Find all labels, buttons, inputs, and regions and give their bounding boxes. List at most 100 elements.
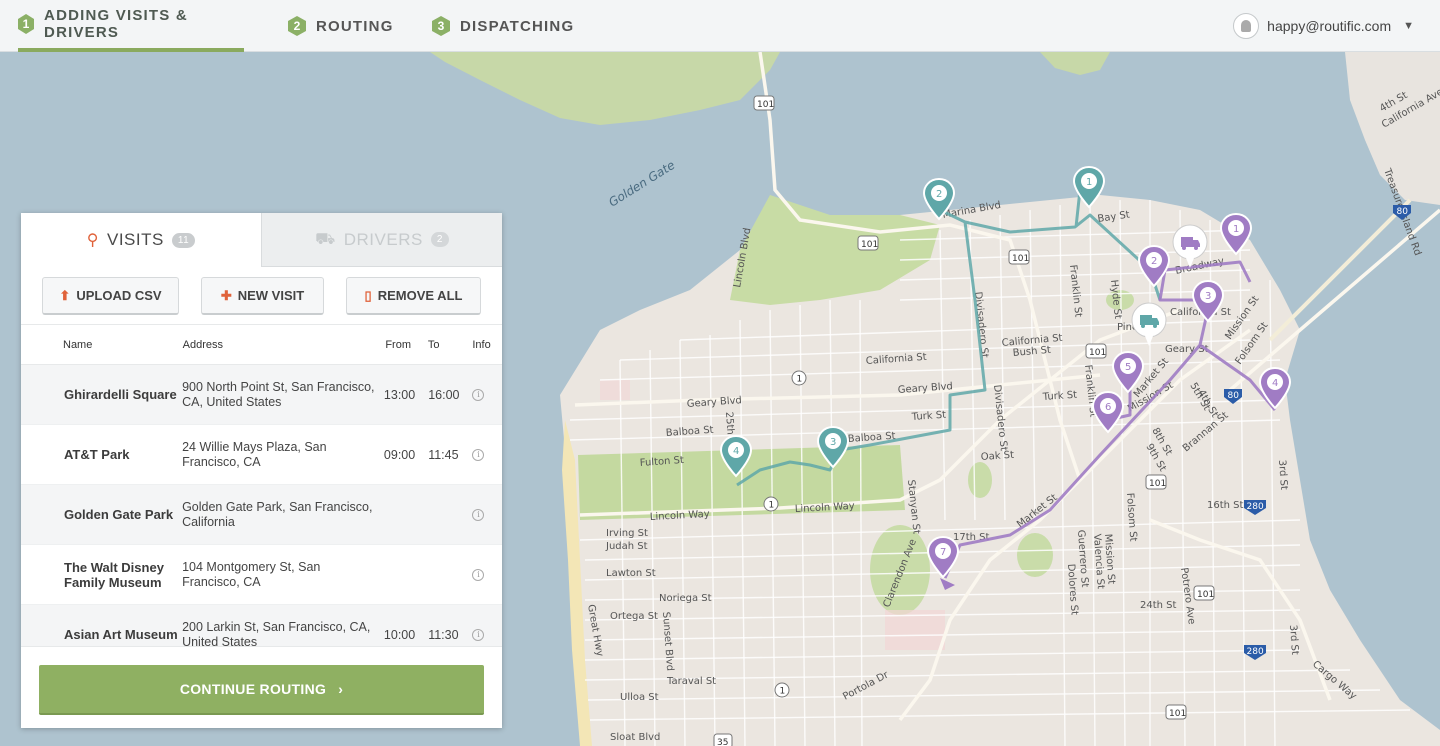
- button-label: UPLOAD CSV: [76, 288, 162, 303]
- svg-text:101: 101: [1169, 709, 1186, 719]
- visit-name: AT&T Park: [64, 447, 130, 462]
- svg-text:Ortega St: Ortega St: [610, 611, 658, 622]
- tab-visits[interactable]: ⚲ VISITS 11: [21, 213, 261, 267]
- svg-text:1: 1: [1233, 224, 1239, 235]
- visit-address: 104 Montgomery St, San Francisco, CA: [182, 559, 321, 589]
- info-icon[interactable]: i: [472, 568, 485, 581]
- svg-text:35: 35: [717, 738, 728, 746]
- info-icon[interactable]: i: [472, 388, 485, 401]
- svg-text:2: 2: [1151, 256, 1157, 267]
- upload-icon: ⬆: [59, 287, 71, 303]
- svg-text:101: 101: [1089, 348, 1106, 358]
- button-label: REMOVE ALL: [377, 288, 463, 303]
- svg-text:16th St: 16th St: [1207, 500, 1244, 511]
- svg-text:Oak St: Oak St: [980, 450, 1014, 463]
- svg-text:Ulloa St: Ulloa St: [620, 692, 659, 703]
- svg-text:101: 101: [861, 240, 878, 250]
- user-icon: [1241, 20, 1252, 32]
- table-row[interactable]: AT&T Park 24 Willie Mays Plaza, San Fran…: [21, 425, 502, 485]
- button-label: CONTINUE ROUTING: [179, 681, 327, 697]
- table-row[interactable]: The Walt Disney Family Museum 104 Montgo…: [21, 545, 502, 605]
- svg-text:24th St: 24th St: [1140, 600, 1177, 611]
- svg-text:101: 101: [757, 100, 774, 110]
- visit-name: Golden Gate Park: [64, 507, 174, 522]
- visit-from: 09:00: [383, 447, 416, 462]
- visit-name: Ghirardelli Square: [64, 387, 177, 402]
- truck-icon: ⛟: [315, 230, 336, 248]
- visits-panel: ⚲ VISITS 11 ⛟ DRIVERS 2 ⬆ UPLOAD CSV ✚ N…: [21, 213, 502, 728]
- button-label: NEW VISIT: [237, 288, 305, 303]
- tab-label: VISITS: [106, 230, 164, 249]
- info-icon[interactable]: i: [472, 448, 485, 461]
- step-adding-visits[interactable]: 1 ADDING VISITS & DRIVERS: [18, 0, 244, 52]
- visit-address: 900 North Point St, San Francisco, CA, U…: [182, 379, 375, 409]
- tab-drivers[interactable]: ⛟ DRIVERS 2: [261, 213, 502, 267]
- svg-text:Irving St: Irving St: [606, 528, 648, 539]
- info-icon[interactable]: i: [472, 508, 485, 521]
- top-nav: 1 ADDING VISITS & DRIVERS 2 ROUTING 3 DI…: [0, 0, 1440, 52]
- svg-text:2: 2: [936, 189, 942, 200]
- panel-footer: CONTINUE ROUTING ›: [21, 646, 502, 728]
- continue-routing-button[interactable]: CONTINUE ROUTING ›: [39, 665, 484, 715]
- svg-text:4: 4: [1272, 378, 1278, 389]
- count-badge: 11: [171, 232, 196, 248]
- svg-text:80: 80: [1397, 207, 1409, 217]
- visit-to: 16:00: [428, 387, 460, 402]
- add-pin-icon: ✚: [220, 287, 232, 303]
- table-header: Name Address From To Info: [21, 325, 502, 365]
- step-label: DISPATCHING: [460, 17, 575, 35]
- svg-text:1: 1: [769, 501, 775, 511]
- table-row[interactable]: Golden Gate Park Golden Gate Park, San F…: [21, 485, 502, 545]
- step-number-3: 3: [432, 16, 450, 36]
- account-menu[interactable]: happy@routific.com ▼: [1233, 13, 1414, 39]
- visit-address: 24 Willie Mays Plaza, San Francisco, CA: [182, 439, 327, 469]
- svg-text:Lawton St: Lawton St: [606, 568, 656, 579]
- visit-name: Asian Art Museum: [64, 627, 178, 642]
- svg-text:280: 280: [1247, 647, 1264, 657]
- new-visit-button[interactable]: ✚ NEW VISIT: [201, 277, 324, 315]
- visit-to: 11:45: [428, 447, 459, 462]
- step-number-1: 1: [18, 14, 35, 34]
- step-label: ADDING VISITS & DRIVERS: [44, 7, 188, 41]
- visit-to: 11:30: [428, 627, 459, 642]
- trash-icon: ▯: [364, 287, 372, 303]
- info-icon[interactable]: i: [472, 628, 485, 641]
- table-row[interactable]: Asian Art Museum 200 Larkin St, San Fran…: [21, 605, 502, 647]
- chevron-down-icon: ▼: [1403, 20, 1414, 32]
- visit-from: 10:00: [383, 627, 416, 642]
- step-dispatching[interactable]: 3 DISPATCHING: [432, 0, 574, 52]
- visit-address: 200 Larkin St, San Francisco, CA, United…: [182, 619, 371, 648]
- avatar: [1233, 13, 1260, 39]
- svg-text:280: 280: [1247, 502, 1264, 512]
- account-email: happy@routific.com: [1267, 18, 1392, 34]
- svg-text:80: 80: [1228, 391, 1240, 401]
- svg-text:7: 7: [940, 547, 946, 558]
- step-number-2: 2: [288, 16, 306, 36]
- step-routing[interactable]: 2 ROUTING: [288, 0, 394, 52]
- svg-text:6: 6: [1105, 402, 1111, 413]
- svg-text:101: 101: [1149, 479, 1166, 489]
- table-row[interactable]: Ghirardelli Square 900 North Point St, S…: [21, 365, 502, 425]
- svg-text:1: 1: [1086, 177, 1092, 188]
- count-badge: 2: [430, 232, 449, 247]
- upload-csv-button[interactable]: ⬆ UPLOAD CSV: [42, 277, 179, 315]
- header-from[interactable]: From: [385, 339, 428, 351]
- svg-text:1: 1: [780, 687, 786, 697]
- svg-text:3: 3: [830, 437, 836, 448]
- svg-text:5: 5: [1125, 362, 1131, 373]
- header-to[interactable]: To: [428, 339, 473, 351]
- header-info: Info: [472, 338, 491, 351]
- header-address[interactable]: Address: [183, 339, 386, 351]
- remove-all-button[interactable]: ▯ REMOVE ALL: [346, 277, 481, 315]
- visits-table[interactable]: Ghirardelli Square 900 North Point St, S…: [21, 365, 502, 647]
- svg-text:3: 3: [1205, 291, 1211, 302]
- visit-name: The Walt Disney Family Museum: [64, 559, 164, 590]
- svg-text:Judah St: Judah St: [605, 541, 648, 552]
- svg-text:Taraval St: Taraval St: [666, 676, 716, 687]
- header-name[interactable]: Name: [21, 339, 183, 351]
- svg-text:3rd St: 3rd St: [1287, 624, 1300, 655]
- svg-text:Noriega St: Noriega St: [659, 593, 712, 604]
- action-bar: ⬆ UPLOAD CSV ✚ NEW VISIT ▯ REMOVE ALL: [21, 267, 502, 325]
- svg-text:1: 1: [797, 375, 803, 385]
- visit-address: Golden Gate Park, San Francisco, Califor…: [182, 499, 373, 529]
